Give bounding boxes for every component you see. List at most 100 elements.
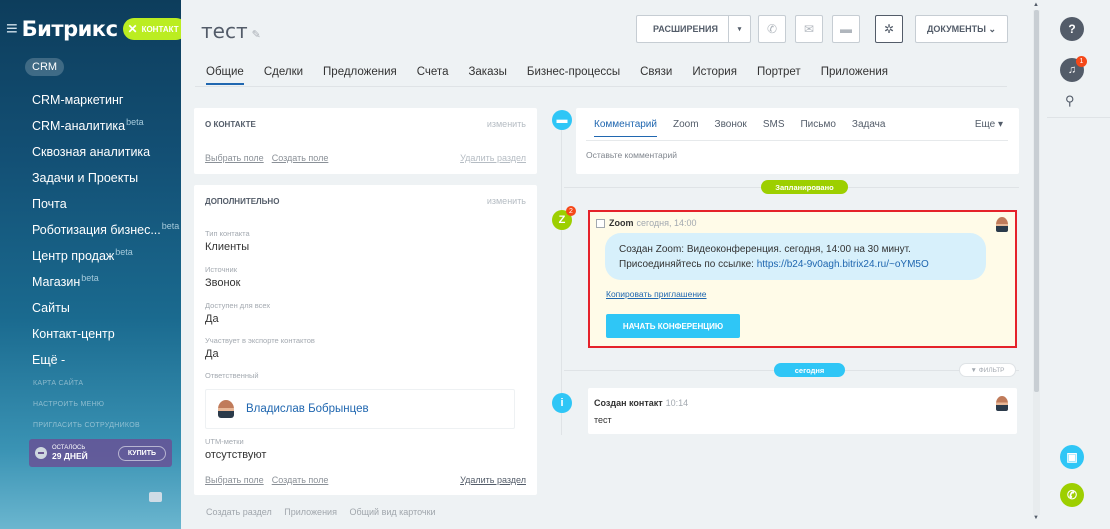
tab-invoices[interactable]: Счета	[417, 66, 449, 85]
sidebar-item-label: Сквозная аналитика	[32, 145, 151, 160]
more-tabs-button[interactable]: Еще ▾	[975, 119, 1003, 130]
copy-invite-link[interactable]: Копировать приглашение	[606, 289, 707, 299]
scrollbar[interactable]	[1033, 10, 1040, 515]
configure-menu-link[interactable]: НАСТРОИТЬ МЕНЮ	[33, 399, 140, 420]
create-section-link[interactable]: Создать раздел	[206, 507, 272, 517]
chevron-down-icon: ▾	[997, 119, 1003, 130]
tab-task[interactable]: Задача	[852, 119, 886, 137]
scrollbar-thumb[interactable]	[1034, 10, 1039, 392]
sidebar-item-crm[interactable]: CRM	[25, 58, 65, 76]
buy-button[interactable]: КУПИТЬ	[117, 445, 166, 461]
delete-section-link[interactable]: Удалить раздел	[460, 153, 526, 163]
phone-icon[interactable]: ✆	[1060, 483, 1084, 507]
sidebar-item[interactable]: Роботизация бизнес...beta	[32, 217, 179, 243]
beta-label: beta	[81, 273, 99, 283]
comment-tabs: Комментарий Zoom Звонок SMS Письмо Задач…	[594, 119, 901, 137]
responsible-name[interactable]: Владислав Бобрынцев	[246, 403, 369, 415]
extensions-button[interactable]: РАСШИРЕНИЯ ▾	[636, 15, 751, 43]
documents-button[interactable]: ДОКУМЕНТЫ ⌄	[915, 15, 1008, 43]
sidebar-item-label: Роботизация бизнес...	[32, 223, 161, 238]
tab-call[interactable]: Звонок	[715, 119, 747, 137]
sidebar-item-label: CRM-аналитика	[32, 119, 126, 134]
scroll-up-arrow[interactable]: ▲	[1033, 2, 1039, 8]
create-field-link[interactable]: Создать поле	[272, 475, 329, 485]
edit-link[interactable]: изменить	[487, 196, 526, 206]
sidebar-item[interactable]: Сайты	[32, 295, 179, 321]
tab-comment[interactable]: Комментарий	[594, 119, 657, 137]
complete-checkbox[interactable]	[596, 218, 605, 228]
tab-portrait[interactable]: Портрет	[757, 66, 801, 85]
contact-badge[interactable]: ✕ КОНТАКТ	[122, 18, 181, 40]
close-icon[interactable]: ✕	[128, 22, 138, 36]
field-label: Доступен для всех	[205, 301, 271, 310]
sidebar-item[interactable]: Почта	[32, 191, 179, 217]
notification-badge: 1	[1076, 56, 1087, 67]
left-sidebar: ≡ Битрикс ✕ КОНТАКТ CRM CRM-маркетинг CRM…	[0, 0, 181, 529]
select-field-link[interactable]: Выбрать поле	[205, 153, 264, 163]
card-view-link[interactable]: Общий вид карточки	[349, 507, 435, 517]
chat-icon[interactable]: ▬	[832, 15, 860, 43]
tab-quotes[interactable]: Предложения	[323, 66, 397, 85]
sidebar-item-label: Задачи и Проекты	[32, 171, 139, 186]
trial-label: ОСТАЛОСЬ 29 ДНЕЙ	[52, 444, 88, 462]
sidebar-item[interactable]: CRM-аналитикаbeta	[32, 113, 179, 139]
zoom-link[interactable]: https://b24-9v0agh.bitrix24.ru/~oYM5O	[757, 259, 929, 270]
tab-general[interactable]: Общие	[206, 66, 244, 85]
field-label: Участвует в экспорте контактов	[205, 336, 315, 345]
scroll-down-arrow[interactable]: ▼	[1033, 515, 1039, 521]
logo[interactable]: Битрикс	[22, 17, 118, 41]
tab-apps[interactable]: Приложения	[821, 66, 888, 85]
open-lines-icon[interactable]: ▣	[1060, 445, 1084, 469]
tab-bizproc[interactable]: Бизнес-процессы	[527, 66, 620, 85]
page-title: тест ✎	[201, 19, 261, 43]
tab-history[interactable]: История	[692, 66, 737, 85]
sidebar-item-more[interactable]: Ещё -	[32, 347, 179, 373]
create-field-link[interactable]: Создать поле	[272, 153, 329, 163]
apps-link[interactable]: Приложения	[284, 507, 337, 517]
help-icon[interactable]: ?	[1060, 17, 1084, 41]
responsible-person[interactable]: Владислав Бобрынцев	[205, 389, 515, 429]
filter-icon: ▼	[970, 366, 977, 374]
edit-pencil-icon[interactable]: ✎	[252, 28, 261, 41]
tab-links[interactable]: Связи	[640, 66, 672, 85]
extensions-label: РАСШИРЕНИЯ	[653, 24, 718, 34]
edit-link[interactable]: изменить	[487, 119, 526, 129]
divider	[1047, 117, 1110, 118]
field-value: отсутствуют	[205, 449, 267, 461]
card-heading: ДОПОЛНИТЕЛЬНО	[205, 197, 280, 206]
start-conference-button[interactable]: НАЧАТЬ КОНФЕРЕНЦИЮ	[606, 314, 740, 338]
timeline-editor: Комментарий Zoom Звонок SMS Письмо Задач…	[576, 108, 1019, 174]
right-panel: ? ♫ 1 ⚲ ▣ ✆	[1047, 0, 1110, 529]
field-label: UTM-метки	[205, 437, 244, 446]
print-icon[interactable]	[149, 492, 162, 502]
mail-icon[interactable]: ✉	[795, 15, 823, 43]
menu-burger-icon[interactable]: ≡	[6, 19, 18, 39]
beta-label: beta	[126, 117, 144, 127]
chevron-down-icon[interactable]: ▾	[728, 16, 750, 42]
sidebar-item[interactable]: Центр продажbeta	[32, 243, 179, 269]
tab-sms[interactable]: SMS	[763, 119, 785, 137]
filter-button[interactable]: ▼ ФИЛЬТР	[959, 363, 1016, 377]
gear-icon[interactable]: ✲	[875, 15, 903, 43]
sidebar-item[interactable]: CRM-маркетинг	[32, 87, 179, 113]
planned-badge: Запланировано	[761, 180, 848, 194]
comment-input[interactable]: Оставьте комментарий	[586, 150, 677, 160]
sidebar-item[interactable]: Задачи и Проекты	[32, 165, 179, 191]
created-time: 10:14	[665, 398, 689, 408]
sidebar-item[interactable]: Сквозная аналитика	[32, 139, 179, 165]
field-value: Клиенты	[205, 241, 250, 253]
sidebar-item[interactable]: Магазинbeta	[32, 269, 179, 295]
tab-zoom[interactable]: Zoom	[673, 119, 699, 137]
tab-deals[interactable]: Сделки	[264, 66, 303, 85]
sidebar-menu: CRM-маркетинг CRM-аналитикаbeta Сквозная…	[32, 87, 179, 373]
sitemap-link[interactable]: КАРТА САЙТА	[33, 378, 140, 399]
select-field-link[interactable]: Выбрать поле	[205, 475, 264, 485]
delete-section-link[interactable]: Удалить раздел	[460, 475, 526, 485]
phone-icon[interactable]: ✆	[758, 15, 786, 43]
tab-email[interactable]: Письмо	[800, 119, 835, 137]
invite-link[interactable]: ПРИГЛАСИТЬ СОТРУДНИКОВ	[33, 420, 140, 441]
sidebar-item-label: CRM-маркетинг	[32, 93, 124, 108]
tab-orders[interactable]: Заказы	[468, 66, 506, 85]
sidebar-item[interactable]: Контакт-центр	[32, 321, 179, 347]
search-icon[interactable]: ⚲	[1065, 93, 1075, 109]
